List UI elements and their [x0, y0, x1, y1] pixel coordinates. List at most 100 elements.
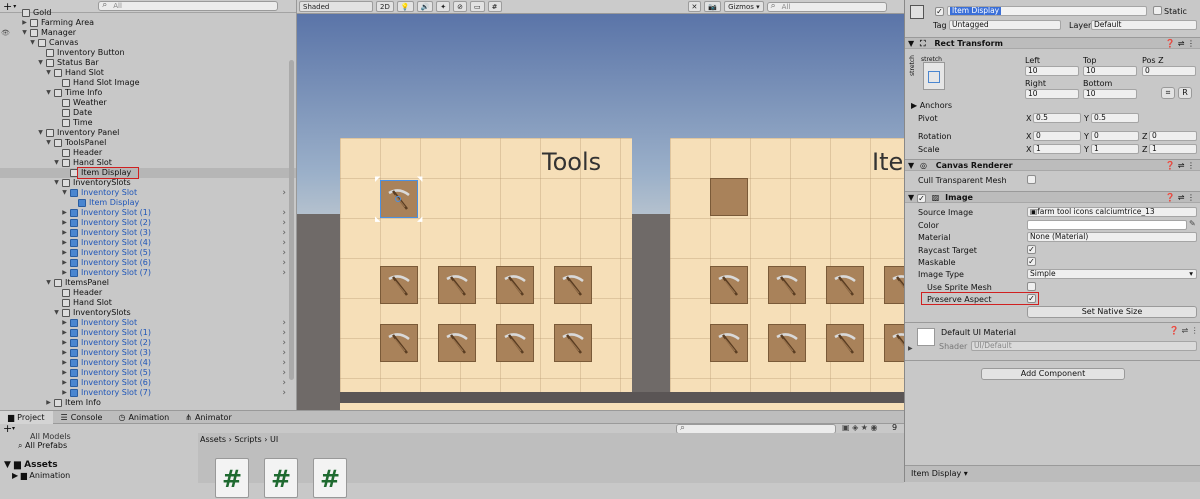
hierarchy-row[interactable]: ▼ ItemsPanel — [0, 278, 296, 288]
image-header[interactable]: ▼ ✓ ▨ Image ❓ ⇌ ⋮ — [905, 191, 1200, 203]
mode-2d-toggle[interactable]: 2D — [376, 1, 394, 12]
hierarchy-row[interactable]: ▶ Inventory Slot (5) › — [0, 368, 296, 378]
hierarchy-row[interactable]: ▶ Inventory Slot (1) › — [0, 208, 296, 218]
rotation-x-field[interactable]: 0 — [1033, 131, 1081, 141]
inventory-slot-scythe[interactable] — [554, 324, 592, 362]
hierarchy-row[interactable]: Header — [0, 288, 296, 298]
expanded-arrow-icon[interactable]: ▼ — [45, 138, 52, 148]
expanded-arrow-icon[interactable]: ▼ — [45, 278, 52, 288]
inventory-slot-scythe[interactable] — [554, 266, 592, 304]
hierarchy-row[interactable]: Weather — [0, 98, 296, 108]
hierarchy-row[interactable]: ▶ Inventory Slot (7) › — [0, 388, 296, 398]
scene-search-input[interactable]: All — [766, 1, 887, 12]
hierarchy-row[interactable]: ▼ Time Info — [0, 88, 296, 98]
chevron-right-icon[interactable]: › — [282, 228, 286, 238]
set-native-size-button[interactable]: Set Native Size — [1027, 306, 1197, 318]
lighting-icon[interactable]: 💡 — [396, 1, 414, 12]
collapsed-arrow-icon[interactable]: ▶ — [61, 378, 68, 388]
hierarchy-row[interactable]: ▶ Inventory Slot (4) › — [0, 358, 296, 368]
hierarchy-row[interactable]: Inventory Button — [0, 48, 296, 58]
component-menu-icons[interactable]: ❓ ⇌ ⋮ — [1165, 38, 1195, 49]
layer-dropdown[interactable]: Default — [1091, 20, 1197, 30]
scale-z-field[interactable]: 1 — [1149, 144, 1197, 154]
pivot-handle[interactable] — [395, 196, 401, 202]
expanded-arrow-icon[interactable]: ▼ — [21, 28, 28, 38]
collapsed-arrow-icon[interactable]: ▶ — [61, 258, 68, 268]
maskable-checkbox[interactable]: ✓ — [1027, 257, 1036, 266]
hierarchy-row[interactable]: ▶ Inventory Slot (5) › — [0, 248, 296, 258]
inventory-slot-scythe[interactable] — [884, 266, 904, 304]
hierarchy-row[interactable]: Gold — [0, 8, 296, 18]
chevron-right-icon[interactable]: › — [282, 388, 286, 398]
hierarchy-row[interactable]: ▶ Inventory Slot › — [0, 318, 296, 328]
chevron-right-icon[interactable]: › — [282, 238, 286, 248]
material-menu-icons[interactable]: ❓ ⇌ ⋮ — [1169, 326, 1199, 335]
hierarchy-row[interactable]: Hand Slot Image — [0, 78, 296, 88]
hierarchy-row[interactable]: ▼ ToolsPanel — [0, 138, 296, 148]
camera-icon[interactable]: ▭ — [470, 1, 485, 12]
left-field[interactable]: 10 — [1025, 66, 1079, 76]
tab-animation[interactable]: ◷ Animation — [110, 411, 177, 424]
pivot-x-field[interactable]: 0.5 — [1033, 113, 1081, 123]
inventory-slot-scythe[interactable] — [768, 266, 806, 304]
chevron-right-icon[interactable]: › — [282, 188, 286, 198]
collapsed-arrow-icon[interactable]: ▶ — [61, 218, 68, 228]
hierarchy-row[interactable]: ▼ Hand Slot — [0, 158, 296, 168]
collapsed-arrow-icon[interactable]: ▶ — [61, 228, 68, 238]
hierarchy-row[interactable]: ▶ Inventory Slot (6) › — [0, 258, 296, 268]
collapsed-arrow-icon[interactable]: ▶ — [61, 388, 68, 398]
expanded-arrow-icon[interactable]: ▼ — [29, 38, 36, 48]
expanded-arrow-icon[interactable]: ▼ — [37, 128, 44, 138]
active-checkbox[interactable]: ✓ — [935, 7, 944, 16]
collapsed-arrow-icon[interactable]: ▶ — [21, 18, 28, 28]
pivot-y-field[interactable]: 0.5 — [1091, 113, 1139, 123]
hierarchy-row[interactable]: ▼ Hand Slot — [0, 68, 296, 78]
hierarchy-row[interactable]: Item Display — [0, 198, 296, 208]
hierarchy-row[interactable]: ▼ Inventory Panel — [0, 128, 296, 138]
audio-icon[interactable]: 🔊 — [416, 1, 434, 12]
material-field[interactable]: None (Material) — [1027, 232, 1197, 242]
collapsed-arrow-icon[interactable]: ▶ — [61, 338, 68, 348]
rect-transform-header[interactable]: ▼ ⛶ Rect Transform ❓ ⇌ ⋮ — [905, 37, 1200, 49]
hierarchy-row[interactable]: Date — [0, 108, 296, 118]
hierarchy-row[interactable]: ▶ Inventory Slot (7) › — [0, 268, 296, 278]
hierarchy-scrollbar[interactable] — [289, 60, 294, 380]
collapsed-arrow-icon[interactable]: ▶ — [61, 248, 68, 258]
hierarchy-row[interactable]: ▶ Inventory Slot (2) › — [0, 218, 296, 228]
gizmos-dropdown[interactable]: Gizmos ▾ — [724, 1, 764, 12]
chevron-right-icon[interactable]: › — [282, 378, 286, 388]
hierarchy-row[interactable]: ▼ Status Bar — [0, 58, 296, 68]
chevron-right-icon[interactable]: › — [282, 318, 286, 328]
expanded-arrow-icon[interactable]: ▼ — [53, 178, 60, 188]
chevron-right-icon[interactable]: › — [282, 268, 286, 278]
add-component-button[interactable]: Add Component — [981, 368, 1125, 380]
chevron-right-icon[interactable]: › — [282, 348, 286, 358]
expanded-arrow-icon[interactable]: ▼ — [53, 158, 60, 168]
grid-icon[interactable]: # — [487, 1, 502, 12]
inventory-slot-scythe[interactable] — [826, 266, 864, 304]
source-image-field[interactable]: ▣farm tool icons calciumtrice_13 — [1027, 207, 1197, 217]
script-file-icon[interactable]: # — [264, 458, 298, 498]
posz-field[interactable]: 0 — [1142, 66, 1196, 76]
collapsed-arrow-icon[interactable]: ▶ — [61, 368, 68, 378]
footer-label[interactable]: Item Display — [911, 469, 961, 478]
camera-settings-icon[interactable]: 📷 — [704, 1, 722, 12]
component-menu-icons[interactable]: ❓ ⇌ ⋮ — [1165, 160, 1195, 171]
expand-icon[interactable]: ▶ — [908, 345, 913, 352]
tag-dropdown[interactable]: Untagged — [949, 20, 1061, 30]
rotation-z-field[interactable]: 0 — [1149, 131, 1197, 141]
inventory-slot-scythe[interactable] — [710, 266, 748, 304]
sprite-mesh-checkbox[interactable] — [1027, 282, 1036, 291]
tools-icon[interactable]: ✕ — [687, 1, 702, 12]
hierarchy-row[interactable]: ▶ Item Info — [0, 398, 296, 408]
eyedropper-icon[interactable]: ✎ — [1189, 219, 1196, 228]
hierarchy-row[interactable]: Item Display — [0, 168, 296, 178]
folder-assets[interactable]: ▼ ▆ Assets — [4, 460, 58, 470]
collapsed-arrow-icon[interactable]: ▶ — [61, 358, 68, 368]
empty-hand-slot[interactable] — [710, 178, 748, 216]
hierarchy-row[interactable]: ▼ InventorySlots — [0, 178, 296, 188]
anchor-handle-br[interactable]: ◢ — [417, 215, 422, 223]
breadcrumb[interactable]: Assets › Scripts › UI — [200, 435, 278, 444]
chevron-right-icon[interactable]: › — [282, 338, 286, 348]
hierarchy-row[interactable]: ▶ Inventory Slot (4) › — [0, 238, 296, 248]
